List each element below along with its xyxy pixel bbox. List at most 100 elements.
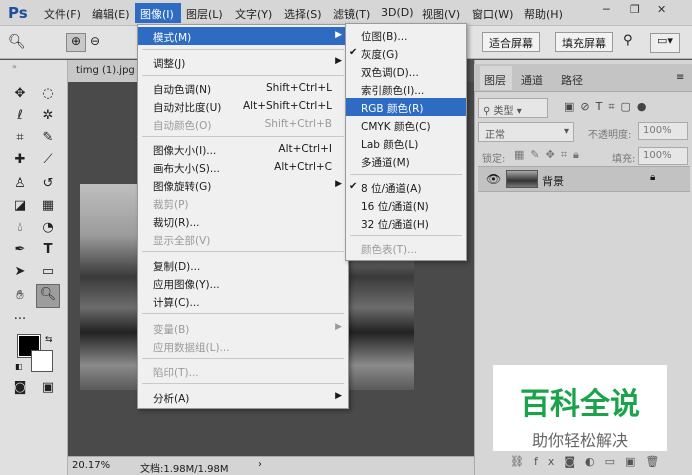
blur-tool-icon[interactable]: 💧︎ <box>10 218 30 238</box>
analysis-label: 分析(A) <box>153 393 190 405</box>
menu-help[interactable]: 帮助(H) <box>524 6 563 22</box>
zoom-level[interactable]: 20.17% <box>72 460 110 471</box>
menu-image[interactable]: 图像(I) <box>135 3 181 23</box>
tab-paths[interactable]: 路径 <box>561 72 583 88</box>
menu-item-canvas-size[interactable]: 画布大小(S)... Alt+Ctrl+C <box>138 158 348 176</box>
screen-mode-icon[interactable]: ▣ <box>38 378 58 398</box>
menu-3d[interactable]: 3D(D) <box>381 6 414 19</box>
bits32-label: 32 位/通道(H) <box>361 219 429 231</box>
menu-item-mode[interactable]: 模式(M) ▶ <box>138 27 348 45</box>
default-colors-icon[interactable]: ◧ <box>15 362 23 371</box>
eyedropper-icon[interactable]: ✎ <box>38 128 58 148</box>
layer-name: 背景 <box>542 175 564 188</box>
menu-item-duotone[interactable]: 双色调(D)... <box>346 62 466 80</box>
lasso-tool-icon[interactable]: ℓ <box>10 106 30 126</box>
menu-type[interactable]: 文字(Y) <box>235 6 272 22</box>
color-table-label: 颜色表(T)... <box>361 244 418 256</box>
menu-item-32bit[interactable]: 32 位/通道(H) <box>346 214 466 232</box>
zoom-in-icon[interactable]: ⊕ <box>66 33 86 52</box>
eraser-tool-icon[interactable]: ◪ <box>10 196 30 216</box>
menu-item-indexed[interactable]: 索引颜色(I)... <box>346 80 466 98</box>
menu-item-grayscale[interactable]: ✔ 灰度(G) <box>346 44 466 62</box>
gradient-tool-icon[interactable]: ▦ <box>38 196 58 216</box>
search-icon[interactable]: ⚲ <box>623 33 633 48</box>
menu-edit[interactable]: 编辑(E) <box>92 6 130 22</box>
menu-item-multichannel[interactable]: 多通道(M) <box>346 152 466 170</box>
minimize-icon[interactable]: ─ <box>603 3 615 16</box>
stamp-tool-icon[interactable]: ♙ <box>10 174 30 194</box>
menu-item-cmyk[interactable]: CMYK 颜色(C) <box>346 116 466 134</box>
path-select-icon[interactable]: ➤ <box>10 262 30 282</box>
tab-channels[interactable]: 通道 <box>521 72 543 88</box>
document-tab[interactable]: timg (1).jpg <box>68 60 138 82</box>
menu-item-duplicate[interactable]: 复制(D)... <box>138 256 348 274</box>
menu-window[interactable]: 窗口(W) <box>472 6 513 22</box>
quick-mask-icon[interactable]: ◙ <box>10 378 30 398</box>
info-arrow-icon[interactable]: › <box>258 459 262 470</box>
menu-item-analysis[interactable]: 分析(A) ▶ <box>138 388 348 406</box>
panel-menu-icon[interactable]: ≡ <box>676 72 684 83</box>
healing-brush-icon[interactable]: ✚ <box>10 150 30 170</box>
fill-screen-button[interactable]: 填充屏幕 <box>555 32 613 52</box>
filter-icons[interactable]: ▣⊘T⌗▢● <box>564 100 653 114</box>
menu-item-trim[interactable]: 裁切(R)... <box>138 212 348 230</box>
kind-filter-select[interactable]: ⚲ 类型 ▾ <box>478 98 548 118</box>
layer-row[interactable]: 👁︎ 背景 🔒︎ <box>478 166 690 192</box>
opacity-input[interactable]: 100% <box>638 122 688 140</box>
menu-item-16bit[interactable]: 16 位/通道(N) <box>346 196 466 214</box>
history-brush-icon[interactable]: ↺ <box>38 174 58 194</box>
zoom-out-icon[interactable]: ⊖ <box>90 34 100 48</box>
zoom-tool-icon[interactable]: 🔍︎ <box>36 284 60 308</box>
swap-colors-icon[interactable]: ⇆ <box>45 335 53 345</box>
menu-select[interactable]: 选择(S) <box>284 6 322 22</box>
menu-item-calculations[interactable]: 计算(C)... <box>138 292 348 310</box>
workspace-icon[interactable]: ▭▾ <box>650 33 680 53</box>
menu-item-bitmap[interactable]: 位图(B)... <box>346 26 466 44</box>
menu-file[interactable]: 文件(F) <box>44 6 81 22</box>
menu-layer[interactable]: 图层(L) <box>186 6 223 22</box>
pen-tool-icon[interactable]: ✒ <box>10 240 30 260</box>
menu-item-image-size[interactable]: 图像大小(I)... Alt+Ctrl+I <box>138 140 348 158</box>
lab-label: Lab 颜色(L) <box>361 139 419 151</box>
tab-layers[interactable]: 图层 <box>480 66 512 90</box>
layer-footer-icons[interactable]: ⛓fx◙◐▭▣🗑︎ <box>510 455 669 468</box>
more-tools-icon[interactable]: ··· <box>10 310 30 330</box>
magic-wand-icon[interactable]: ✲ <box>38 106 58 126</box>
blend-mode-select[interactable]: 正常 ▾ <box>478 122 574 142</box>
crop-tool-icon[interactable]: ⌗ <box>10 128 30 148</box>
type-tool-icon[interactable]: T <box>38 240 58 260</box>
fill-input[interactable]: 100% <box>638 147 688 165</box>
close-icon[interactable]: ✕ <box>657 3 669 16</box>
lock-icon: 🔒︎ <box>650 172 656 183</box>
menu-view[interactable]: 视图(V) <box>422 6 460 22</box>
menu-item-trap: 陷印(T)... <box>138 362 348 380</box>
lock-icons[interactable]: ▦✎✥⌗🔒︎ <box>514 148 585 162</box>
brush-tool-icon[interactable]: ⟋ <box>38 150 58 170</box>
grayscale-label: 灰度(G) <box>361 49 399 61</box>
fit-screen-button[interactable]: 适合屏幕 <box>482 32 540 52</box>
visibility-eye-icon[interactable]: 👁︎ <box>486 172 501 186</box>
hand-tool-icon[interactable]: ✋︎ <box>10 286 30 306</box>
menu-item-rgb[interactable]: RGB 颜色(R) <box>346 98 466 116</box>
menu-item-auto-contrast[interactable]: 自动对比度(U) Alt+Shift+Ctrl+L <box>138 97 348 115</box>
menu-item-rotation[interactable]: 图像旋转(G) ▶ <box>138 176 348 194</box>
background-color-swatch[interactable] <box>31 350 53 372</box>
move-tool-icon[interactable]: ✥ <box>10 84 30 104</box>
rotation-label: 图像旋转(G) <box>153 181 212 193</box>
rectangle-tool-icon[interactable]: ▭ <box>38 262 58 282</box>
collapse-icon[interactable]: » <box>12 62 17 71</box>
menu-item-lab[interactable]: Lab 颜色(L) <box>346 134 466 152</box>
zoom-tool-icon[interactable]: 🔍︎ <box>8 34 26 50</box>
calculations-label: 计算(C)... <box>153 297 200 309</box>
menu-item-adjust[interactable]: 调整(J) ▶ <box>138 53 348 71</box>
menu-item-8bit[interactable]: ✔ 8 位/通道(A) <box>346 178 466 196</box>
menu-item-auto-tone[interactable]: 自动色调(N) Shift+Ctrl+L <box>138 79 348 97</box>
indexed-label: 索引颜色(I)... <box>361 85 425 97</box>
menu-filter[interactable]: 滤镜(T) <box>333 6 370 22</box>
menu-item-apply-image[interactable]: 应用图像(Y)... <box>138 274 348 292</box>
kind-filter-label: 类型 <box>493 106 514 117</box>
dodge-tool-icon[interactable]: ◔ <box>38 218 58 238</box>
restore-icon[interactable]: ❐ <box>630 3 642 16</box>
divider <box>142 313 344 314</box>
marquee-tool-icon[interactable]: ◌ <box>38 84 58 104</box>
